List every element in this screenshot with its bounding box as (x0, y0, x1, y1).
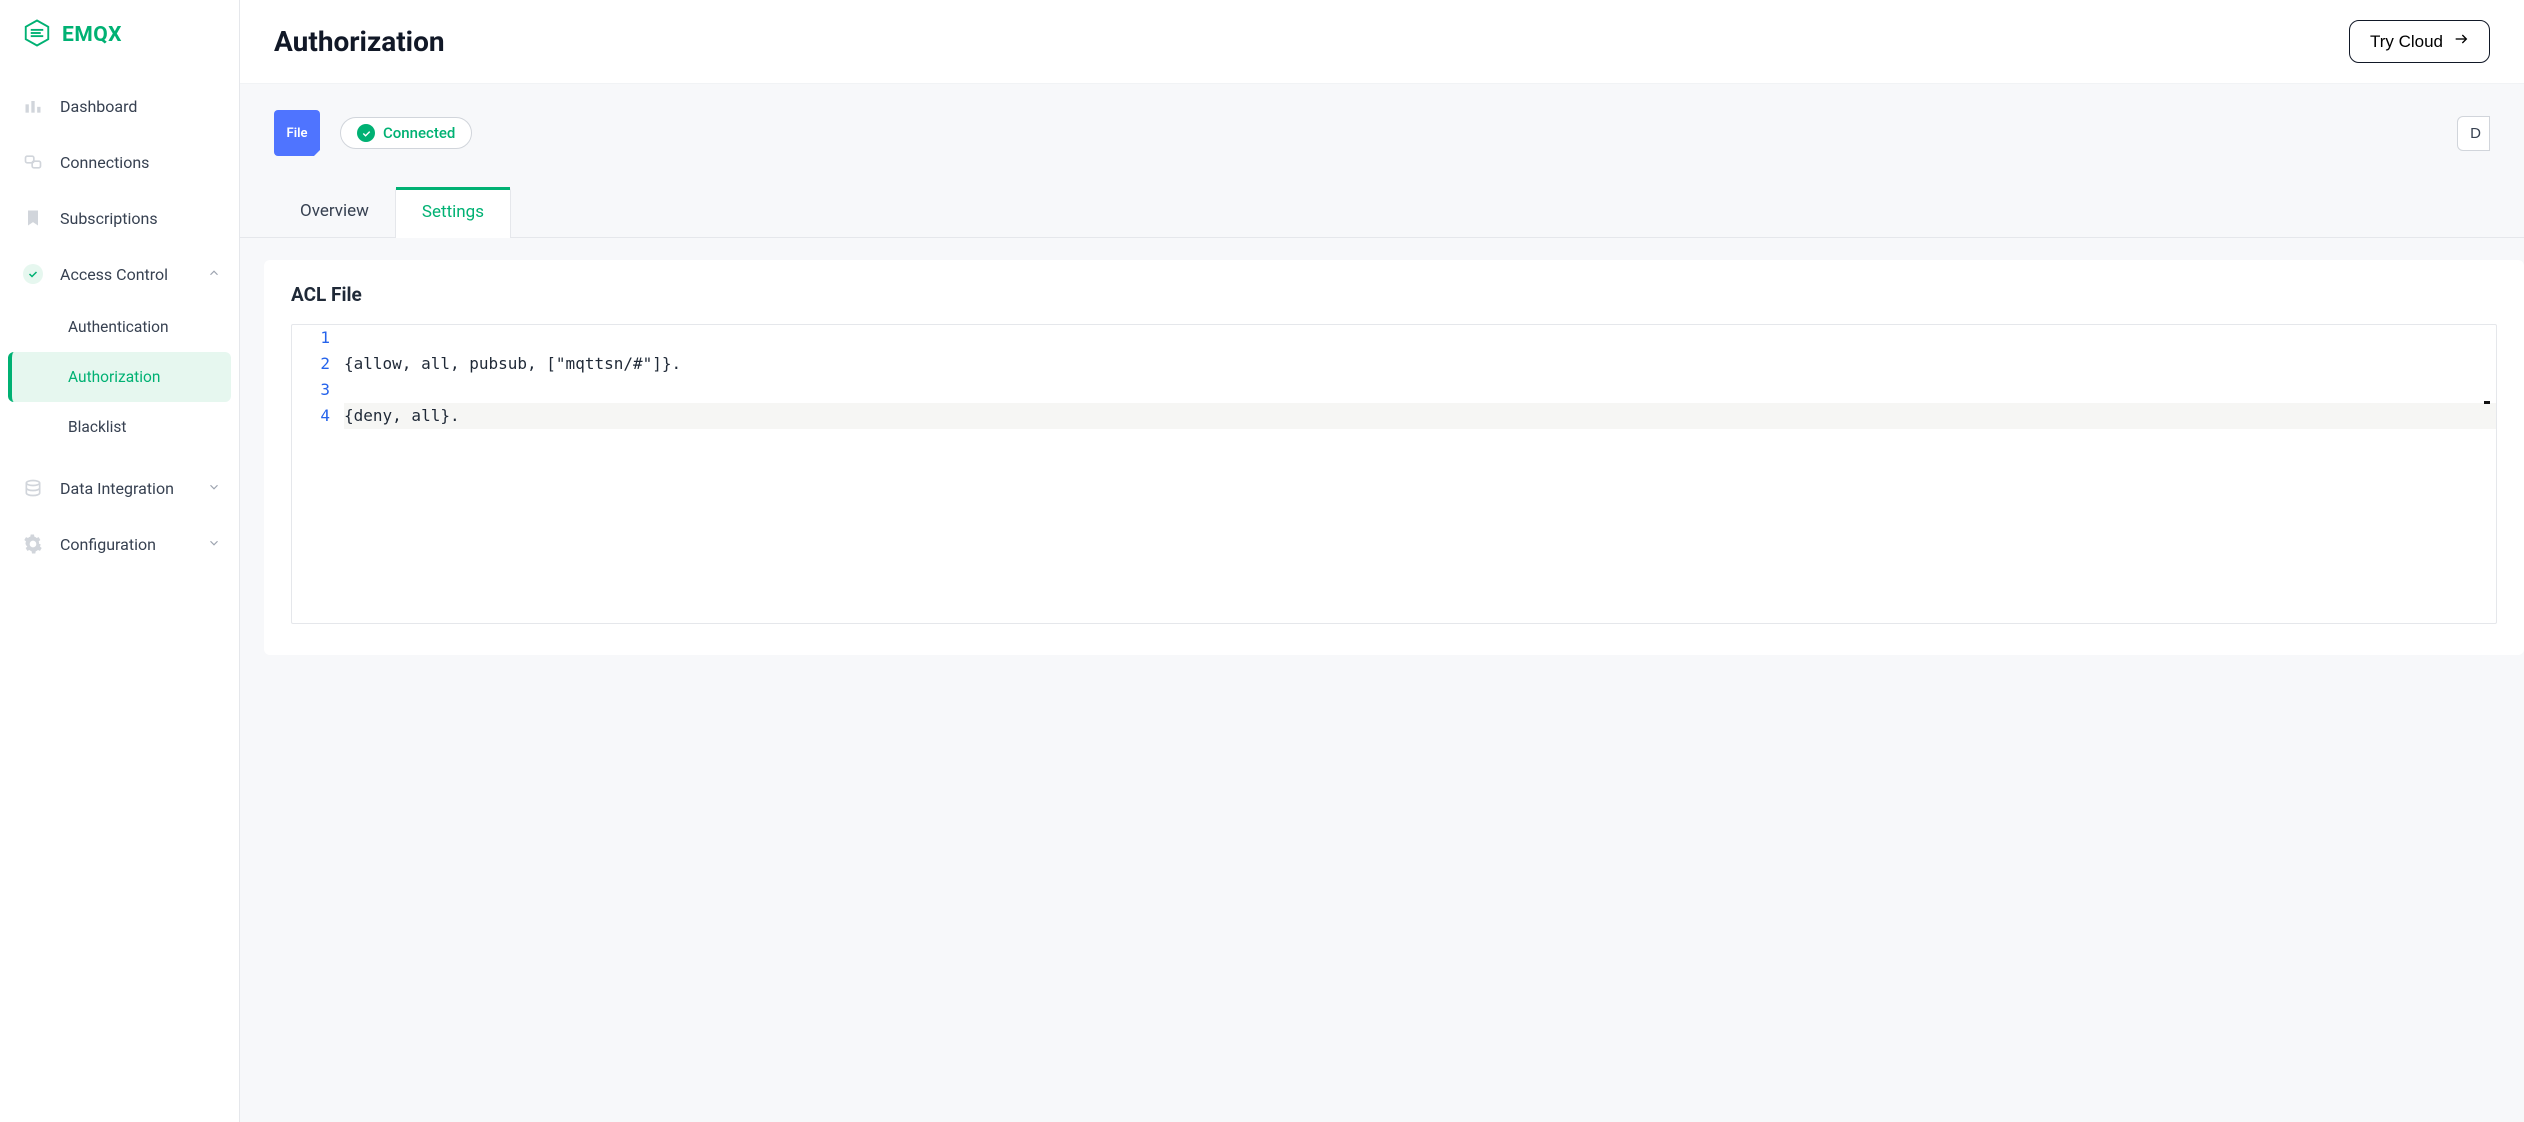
sidebar-item-label: Connections (60, 153, 221, 172)
tab-label: Overview (300, 201, 369, 221)
sidebar-item-access-control[interactable]: Access Control (0, 246, 239, 302)
line-number: 4 (292, 403, 344, 429)
sidebar-item-label: Authorization (68, 368, 160, 386)
file-chip-label: File (287, 126, 308, 141)
page-title: Authorization (274, 25, 445, 58)
sidebar-item-label: Authentication (68, 318, 169, 336)
try-cloud-label: Try Cloud (2370, 32, 2443, 52)
sidebar-item-label: Blacklist (68, 418, 126, 436)
emqx-logo-icon (22, 18, 52, 52)
sidebar-item-label: Subscriptions (60, 209, 221, 228)
line-number: 1 (292, 325, 344, 351)
tab-settings[interactable]: Settings (395, 187, 511, 238)
try-cloud-button[interactable]: Try Cloud (2349, 20, 2490, 63)
page-header: Authorization Try Cloud (240, 0, 2524, 84)
sidebar-nav: Dashboard Connections Subscriptions (0, 70, 239, 580)
panel-title: ACL File (291, 283, 2497, 306)
link-icon (22, 151, 44, 173)
database-icon (22, 477, 44, 499)
sidebar-item-configuration[interactable]: Configuration (0, 516, 239, 572)
source-row: File Connected D (240, 84, 2524, 156)
acl-code-editor[interactable]: 1 2 {allow, all, pubsub, ["mqttsn/#"]}. … (291, 324, 2497, 624)
main-content: Authorization Try Cloud File Connected (240, 0, 2524, 1122)
bookmark-plus-icon (22, 207, 44, 229)
code-line: {deny, all}. (344, 403, 2496, 429)
settings-panel: ACL File 1 2 {allow, all, pubsub, ["mqtt… (264, 260, 2524, 655)
shield-check-icon (22, 263, 44, 285)
sidebar-item-label: Access Control (60, 265, 207, 284)
gear-icon (22, 533, 44, 555)
arrow-right-icon (2453, 31, 2469, 52)
sidebar: EMQX Dashboard Connections Subscriptions (0, 0, 240, 1122)
sidebar-item-label: Data Integration (60, 479, 207, 498)
sidebar-item-label: Configuration (60, 535, 207, 554)
tab-overview[interactable]: Overview (274, 187, 395, 238)
file-source-chip[interactable]: File (274, 110, 320, 156)
editor-cursor-mark (2484, 401, 2490, 404)
content-area: File Connected D Overview Settings (240, 84, 2524, 1122)
tab-label: Settings (422, 202, 484, 222)
line-number: 2 (292, 351, 344, 377)
tabs: Overview Settings (240, 156, 2524, 238)
sidebar-item-blacklist[interactable]: Blacklist (8, 402, 231, 452)
sidebar-item-authentication[interactable]: Authentication (8, 302, 231, 352)
chevron-up-icon (207, 265, 221, 284)
code-line (344, 325, 2496, 351)
sidebar-item-subscriptions[interactable]: Subscriptions (0, 190, 239, 246)
sidebar-item-authorization[interactable]: Authorization (8, 352, 231, 402)
status-text: Connected (383, 124, 455, 142)
sidebar-item-data-integration[interactable]: Data Integration (0, 460, 239, 516)
chevron-down-icon (207, 535, 221, 554)
bar-chart-icon (22, 95, 44, 117)
sidebar-sublist-access-control: Authentication Authorization Blacklist (8, 302, 231, 452)
sidebar-item-dashboard[interactable]: Dashboard (0, 78, 239, 134)
code-line (344, 377, 2496, 403)
sidebar-item-connections[interactable]: Connections (0, 134, 239, 190)
chevron-down-icon (207, 479, 221, 498)
code-line: {allow, all, pubsub, ["mqttsn/#"]}. (344, 351, 2496, 377)
brand-logo[interactable]: EMQX (0, 0, 239, 70)
line-number: 3 (292, 377, 344, 403)
brand-name: EMQX (62, 23, 122, 47)
check-circle-icon (357, 124, 375, 142)
connection-status-pill: Connected (340, 117, 472, 149)
sidebar-item-label: Dashboard (60, 97, 221, 116)
edge-action-button[interactable]: D (2457, 116, 2490, 151)
